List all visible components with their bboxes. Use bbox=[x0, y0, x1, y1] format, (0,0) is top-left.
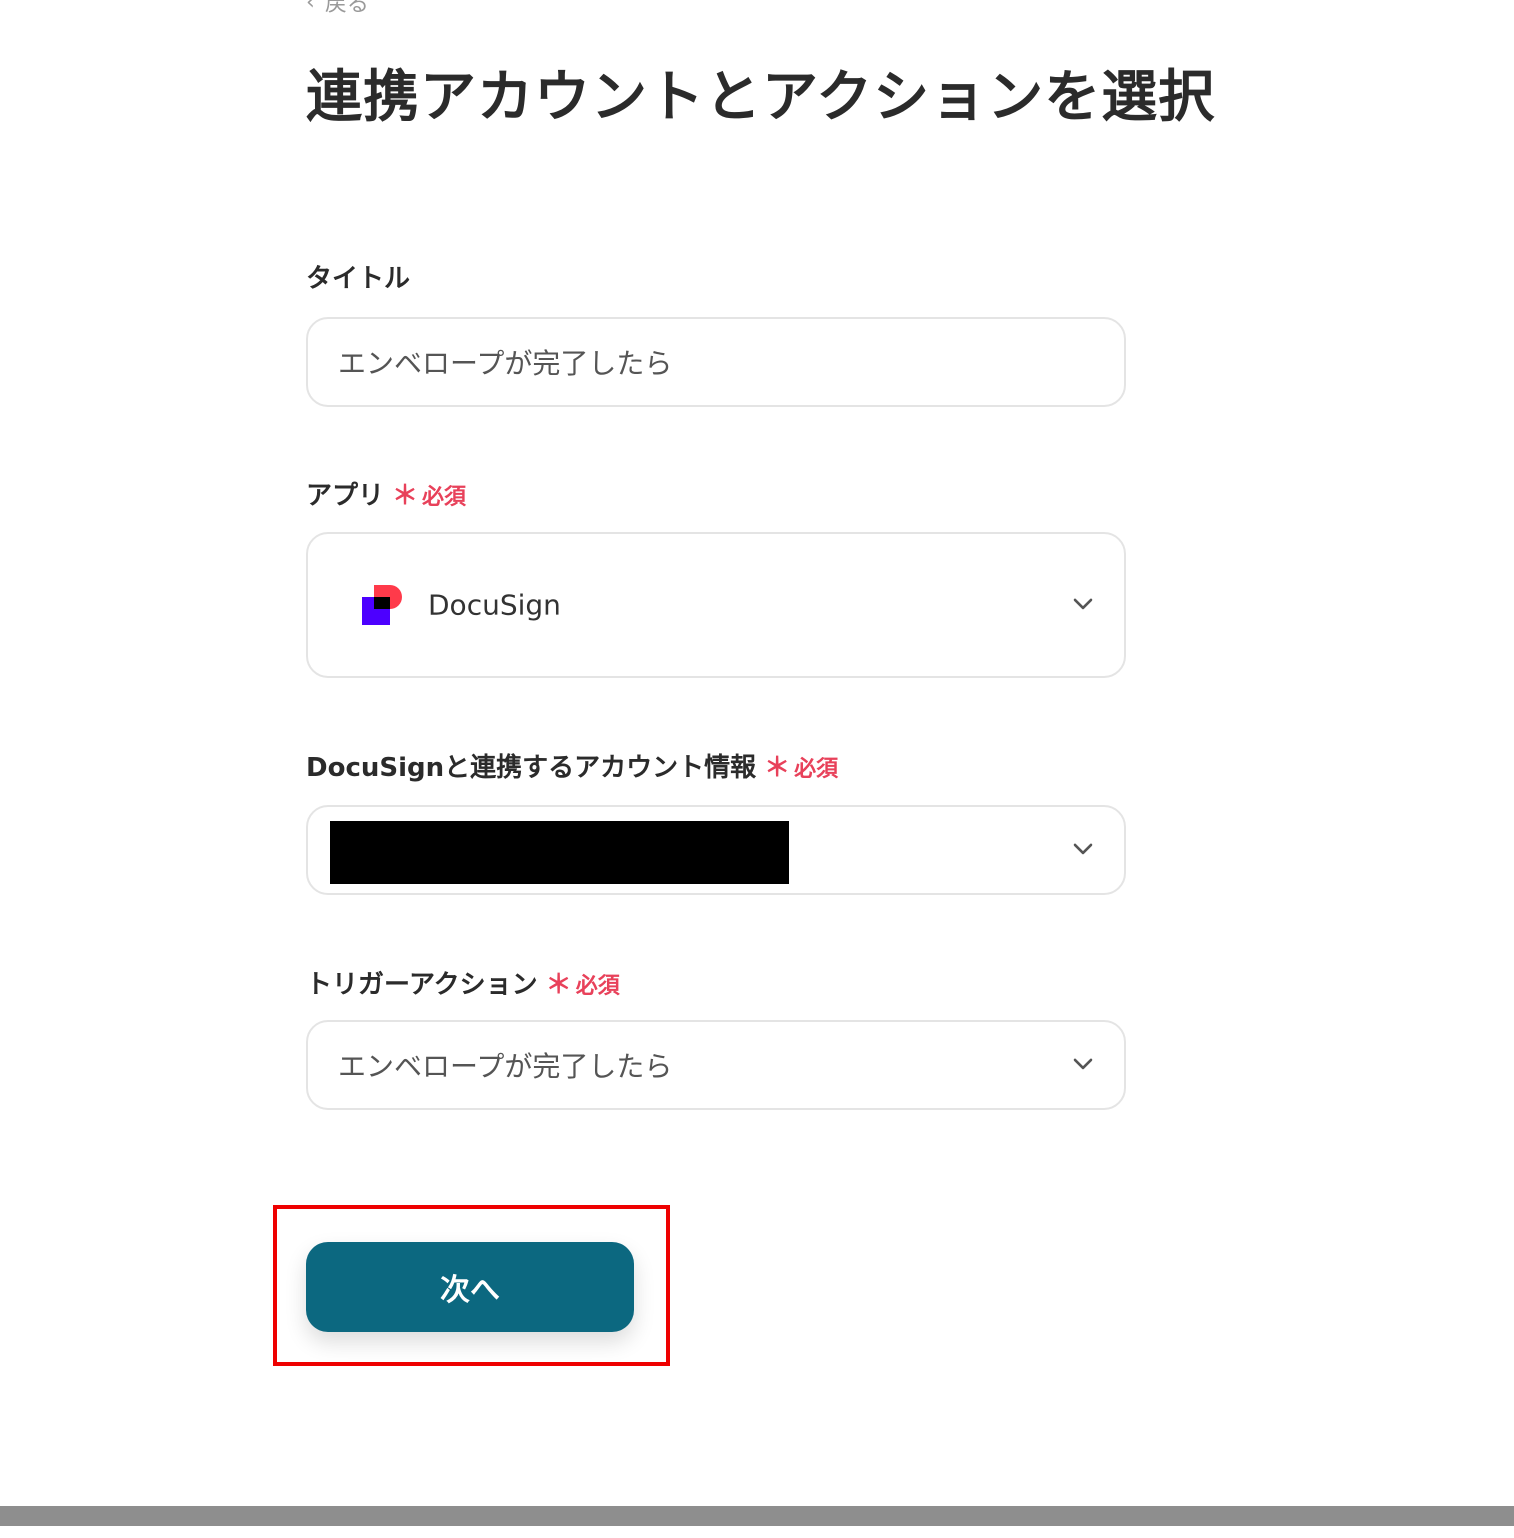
required-badge: ＊ 必須 bbox=[764, 747, 838, 784]
chevron-left-icon: ‹ bbox=[306, 0, 315, 15]
title-input[interactable]: エンベロープが完了したら bbox=[306, 317, 1126, 407]
redacted-account-value bbox=[330, 821, 789, 884]
trigger-label-text: トリガーアクション bbox=[306, 970, 538, 1000]
app-field-label: アプリ ＊ 必須 bbox=[306, 475, 466, 512]
page-title: 連携アカウントとアクションを選択 bbox=[306, 65, 1216, 130]
chevron-down-icon bbox=[1073, 598, 1093, 610]
required-asterisk: ＊ bbox=[392, 481, 419, 511]
next-button[interactable]: 次へ bbox=[306, 1242, 634, 1332]
chevron-down-icon bbox=[1073, 1058, 1093, 1070]
trigger-action-value: エンベロープが完了したら bbox=[338, 1050, 673, 1083]
title-label-text: タイトル bbox=[306, 264, 411, 294]
required-asterisk: ＊ bbox=[545, 970, 572, 1000]
back-label: 戻る bbox=[324, 0, 369, 17]
trigger-field-label: トリガーアクション ＊ 必須 bbox=[306, 964, 620, 1001]
docusign-logo-icon bbox=[362, 585, 402, 625]
chevron-down-icon bbox=[1073, 843, 1093, 855]
app-name: DocuSign bbox=[428, 588, 561, 622]
required-badge: ＊ 必須 bbox=[392, 475, 466, 512]
app-label-text: アプリ bbox=[306, 481, 385, 511]
app-select[interactable]: DocuSign bbox=[306, 532, 1126, 678]
back-link[interactable]: ‹ 戻る bbox=[306, 0, 369, 18]
required-text: 必須 bbox=[575, 974, 620, 999]
required-asterisk: ＊ bbox=[764, 753, 791, 783]
account-label-text: DocuSignと連携するアカウント情報 bbox=[306, 753, 757, 783]
required-text: 必須 bbox=[794, 757, 839, 782]
trigger-action-select[interactable]: エンベロープが完了したら bbox=[306, 1020, 1126, 1110]
account-field-label: DocuSignと連携するアカウント情報 ＊ 必須 bbox=[306, 747, 838, 784]
account-select[interactable] bbox=[306, 805, 1126, 895]
required-text: 必須 bbox=[422, 485, 467, 510]
title-input-value: エンベロープが完了したら bbox=[338, 347, 673, 380]
title-field-label: タイトル bbox=[306, 258, 410, 295]
required-badge: ＊ 必須 bbox=[546, 964, 620, 1001]
bottom-divider bbox=[0, 1506, 1514, 1526]
